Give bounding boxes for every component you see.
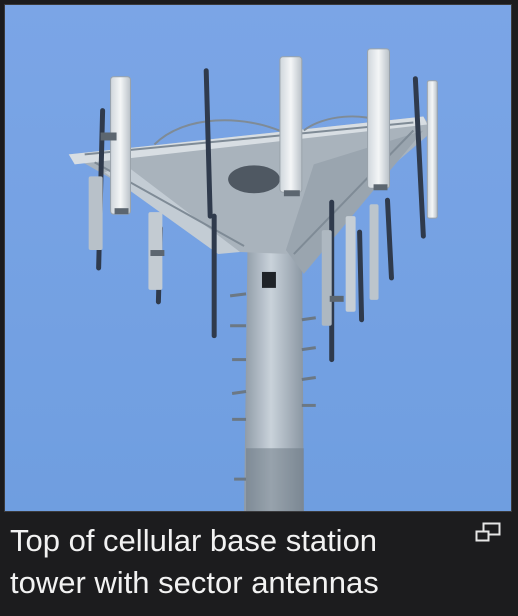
- tower-photo[interactable]: [4, 4, 512, 512]
- figure-caption: Top of cellular base station tower with …: [10, 523, 379, 600]
- cell-tower-image: [5, 5, 511, 511]
- image-figure: Top of cellular base station tower with …: [0, 0, 518, 616]
- enlarge-icon[interactable]: [474, 522, 504, 544]
